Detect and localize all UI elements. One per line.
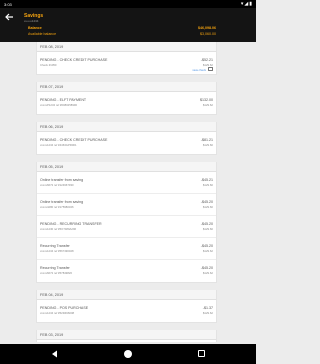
transaction-reference: xxxxx1234 ref #52R496008	[40, 311, 75, 315]
date-header: FEB 04, 2019	[36, 290, 217, 300]
transaction-row[interactable]: PENDING - POS PURCHASE xxxxx1234 ref #52R…	[37, 300, 216, 322]
transaction-card: Online transfer from saving xxxxx6672 ref…	[36, 172, 217, 283]
transaction-balance: $129.62	[202, 311, 213, 315]
available-balance-amount: $3,060.00	[200, 32, 216, 36]
transaction-reference: xxxxx6672 ref #57849820	[40, 271, 73, 275]
transaction-card: PENDING - POS PURCHASE xxxxx1234 ref #52R…	[36, 300, 217, 323]
android-nav-bar	[0, 344, 256, 364]
account-header: Savings x••••••1234 Balance Available ba…	[0, 8, 256, 42]
transaction-reference: xxxxx1230 ref #5O7489A296	[40, 227, 77, 231]
battery-icon: ▮	[249, 1, 253, 7]
status-time: 3:03	[4, 2, 12, 7]
transaction-row[interactable]: PENDING - CHECK CREDIT PURCHASE Check #10…	[37, 52, 216, 74]
transaction-title: Online transfer from saving	[40, 178, 84, 182]
transaction-card: PENDING - ELFT PAYMENT xxxxxP1234 ref #00…	[36, 92, 217, 115]
transaction-reference: xxxxx1234 ref #567490028	[40, 249, 74, 253]
transaction-row[interactable]: PENDING - RECURRING TRANSFER xxxxx1230 re…	[37, 216, 216, 238]
transaction-row[interactable]: PENDING - ELFT PAYMENT xxxxxP1234 ref #00…	[37, 92, 216, 114]
transaction-balance: $129.60	[202, 143, 213, 147]
nav-recents-icon[interactable]	[198, 350, 205, 357]
transaction-amount: -$45.20	[200, 266, 213, 270]
balance-amount: $46,098.06	[198, 26, 216, 30]
transaction-reference: xxxxxP1234 ref #0080258990	[40, 103, 78, 107]
transaction-balance: $129.62	[202, 271, 213, 275]
transaction-amount: -$52.21	[200, 58, 213, 62]
transaction-row[interactable]: Online transfer from saving xxxxx4280 ref…	[37, 194, 216, 216]
transaction-reference: Check #1050	[40, 63, 57, 67]
transaction-reference: xxxxx4280 ref #175980326	[40, 205, 74, 209]
transaction-amount: -$45.20	[200, 244, 213, 248]
date-header: FEB 06, 2019	[36, 122, 217, 132]
transaction-title: PENDING - ELFT PAYMENT	[40, 98, 87, 102]
transaction-title: PENDING - CHECK CREDIT PURCHASE	[40, 58, 108, 62]
transaction-card: PENDING - CHECK CREDIT PURCHASE Check #10…	[36, 52, 217, 75]
transaction-amount: -$45.20	[200, 222, 213, 226]
transaction-card: PENDING - CHECK CREDIT PURCHASE xxxxx1234…	[36, 132, 217, 155]
transaction-row[interactable]: PENDING - CHECK CREDIT PURCHASE xxxxx1234…	[37, 132, 216, 154]
date-header: FEB 05, 2019	[36, 162, 217, 172]
transaction-list[interactable]: FEB 08, 2019 PENDING - CHECK CREDIT PURCH…	[36, 42, 217, 342]
transaction-title: PENDING - CHECK CREDIT PURCHASE	[40, 138, 108, 142]
transaction-reference: xxxxx1234 ref #4463GPR001	[40, 143, 77, 147]
transaction-balance: $129.62	[202, 103, 213, 107]
date-header: FEB 07, 2019	[36, 82, 217, 92]
back-arrow-icon[interactable]	[4, 12, 14, 22]
transaction-balance: $129.62	[202, 249, 213, 253]
transaction-reference: xxxxx6672 ref #124967930	[40, 183, 74, 187]
transaction-amount: -$1.37	[202, 306, 213, 310]
transaction-amount: $132.00	[200, 98, 213, 102]
transaction-row[interactable]: Online transfer from saving xxxxx6672 ref…	[37, 172, 216, 194]
transaction-balance: $129.60	[202, 205, 213, 209]
transaction-amount: -$81.21	[200, 138, 213, 142]
check-image-icon[interactable]	[208, 67, 213, 71]
date-header: FEB 08, 2019	[36, 42, 217, 52]
transaction-title: PENDING - POS PURCHASE	[40, 306, 89, 310]
transaction-row[interactable]: PENDING - CHECK PURCHASE	[37, 340, 216, 342]
transaction-amount: -$45.20	[200, 200, 213, 204]
transaction-title: PENDING - RECURRING TRANSFER	[40, 222, 102, 226]
transaction-balance: $129.60	[202, 227, 213, 231]
transaction-row[interactable]: Recurring Transfer xxxxx1234 ref #5674900…	[37, 238, 216, 260]
date-header: FEB 03, 2019	[36, 330, 217, 340]
status-icons: ▾◢▮	[241, 1, 253, 7]
transaction-card: PENDING - CHECK PURCHASE	[36, 340, 217, 342]
account-number: x••••••1234	[24, 19, 39, 23]
balance-label: Balance	[28, 26, 42, 30]
transaction-row[interactable]: Recurring Transfer xxxxx6672 ref #5784982…	[37, 260, 216, 282]
transaction-title: Recurring Transfer	[40, 244, 70, 248]
transaction-title: Online transfer from saving	[40, 200, 84, 204]
nav-home-icon[interactable]	[124, 350, 132, 358]
nav-back-icon[interactable]	[51, 350, 59, 358]
transaction-balance: $129.60	[202, 183, 213, 187]
transaction-amount: -$45.21	[200, 178, 213, 182]
view-check-link[interactable]: view check	[192, 68, 206, 72]
available-balance-label: Available balance	[28, 32, 57, 36]
transaction-title: Recurring Transfer	[40, 266, 70, 270]
status-bar: 3:03 ▾◢▮	[0, 0, 256, 8]
